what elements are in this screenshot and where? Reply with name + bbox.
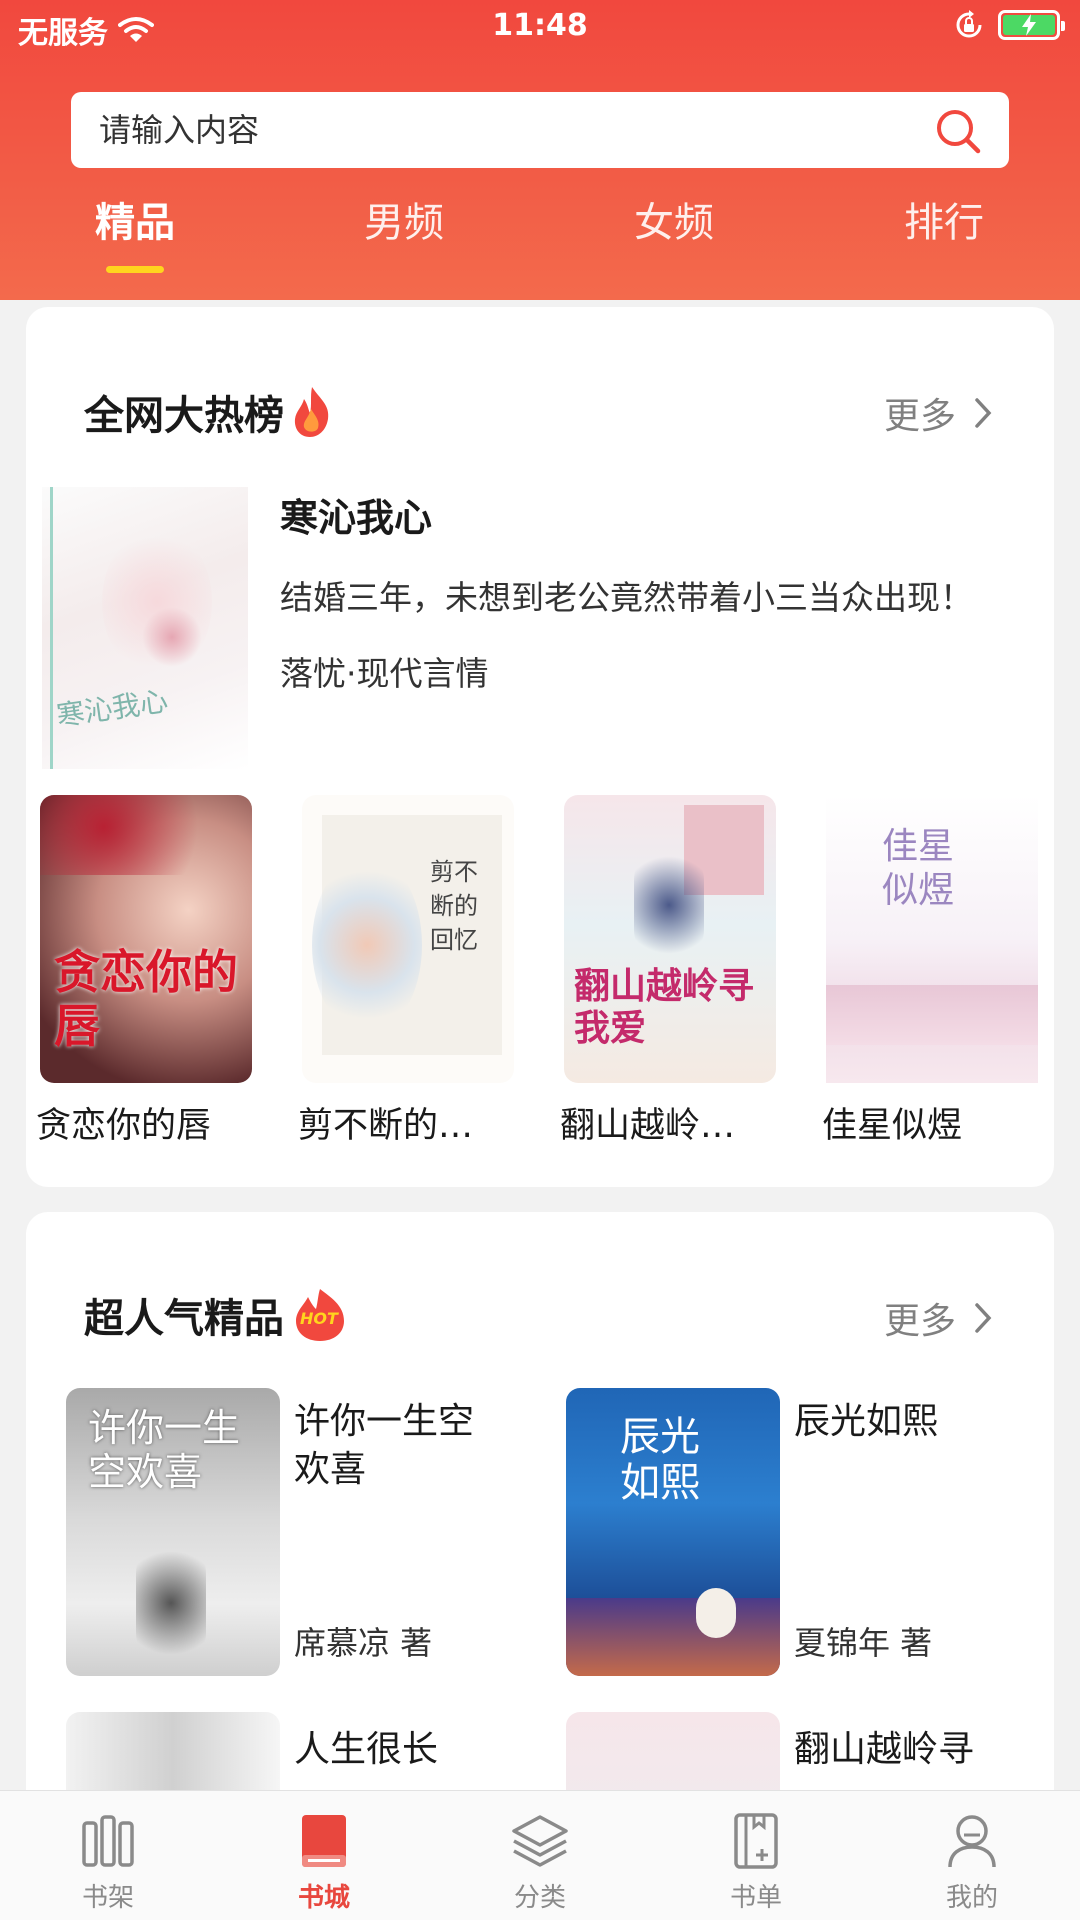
rotation-lock-icon [956, 10, 982, 38]
book-title[interactable]: 辰光如熙 [794, 1398, 994, 1446]
tab-ranking[interactable]: 排行 [854, 190, 1034, 248]
nav-label: 书城 [297, 1883, 350, 1913]
search-bar[interactable] [71, 92, 1009, 168]
hot-list-title: 全网大热榜 [84, 383, 334, 441]
book-cover-text: 辰光如熙 [620, 1414, 700, 1506]
profile-icon [948, 1815, 996, 1868]
tab-female[interactable]: 女频 [584, 190, 764, 248]
book-cover[interactable]: 许你一生空欢喜 [66, 1388, 280, 1676]
header: 无服务 11:48 请输入内容 精品 男频 女频 排行 [0, 0, 1080, 300]
nav-profile[interactable]: 我的 [864, 1791, 1080, 1920]
book-cover-text: 翻山越岭寻我爱 [574, 965, 755, 1049]
bottom-nav: 书架 书城 分类 书单 我的 [0, 1790, 1080, 1920]
status-bar: 无服务 11:48 [0, 0, 1080, 56]
featured-book-description: 结婚三年，未想到老公竟然带着小三当众出现！ [280, 578, 973, 617]
status-right [954, 10, 1065, 40]
book-title[interactable]: 贪恋你的唇 [36, 1097, 236, 1148]
book-cover[interactable]: 辰光如熙 [566, 1388, 780, 1676]
featured-cover-text: 寒沁我心 [54, 684, 170, 733]
hot-list-more-link[interactable]: 更多 [884, 387, 992, 439]
hot-badge-icon: HOT [290, 1287, 350, 1343]
book-cover-text: 剪不断的回忆 [430, 858, 478, 954]
nav-label: 书单 [729, 1883, 782, 1913]
fire-icon [294, 387, 329, 437]
battery-icon [998, 10, 1065, 40]
book-cover-text: 佳星似煜 [882, 826, 955, 911]
tab-male[interactable]: 男频 [314, 190, 494, 248]
nav-bookshelf[interactable]: 书架 [0, 1791, 216, 1920]
nav-category[interactable]: 分类 [432, 1791, 648, 1920]
book-cover[interactable]: 佳星似煜 [826, 795, 1038, 1083]
chevron-right-icon [975, 398, 992, 428]
status-time: 11:48 [492, 8, 588, 43]
bookstore-icon [302, 1815, 346, 1867]
book-author: 夏锦年 著 [794, 1624, 933, 1662]
book-cover-text: 贪恋你的唇 [54, 945, 238, 1053]
book-title[interactable]: 翻山越岭寻 [794, 1726, 1054, 1774]
book-cover[interactable]: 贪恋你的唇 [40, 795, 252, 1083]
search-input[interactable] [99, 92, 919, 168]
book-cover-text: 许你一生空欢喜 [88, 1406, 241, 1494]
tab-premium[interactable]: 精品 [45, 190, 225, 248]
booklist-icon [734, 1813, 778, 1869]
popular-more-link[interactable]: 更多 [884, 1292, 992, 1344]
search-icon[interactable] [933, 106, 983, 156]
featured-book-meta: 落忧·现代言情 [280, 654, 489, 693]
category-icon [512, 1815, 568, 1867]
nav-label: 书架 [81, 1883, 134, 1913]
nav-label: 我的 [945, 1883, 998, 1913]
book-title[interactable]: 剪不断的… [298, 1097, 498, 1148]
book-title[interactable]: 许你一生空欢喜 [294, 1398, 494, 1494]
nav-bookstore[interactable]: 书城 [216, 1791, 432, 1920]
featured-book-title[interactable]: 寒沁我心 [280, 487, 432, 542]
book-title[interactable]: 佳星似煜 [822, 1097, 1022, 1148]
featured-book-cover[interactable]: 寒沁我心 [42, 487, 248, 769]
nav-booklist[interactable]: 书单 [648, 1791, 864, 1920]
book-title[interactable]: 翻山越岭… [560, 1097, 760, 1148]
book-author: 席慕凉 著 [294, 1624, 433, 1662]
book-cover[interactable]: 剪不断的回忆 [302, 795, 514, 1083]
bookshelf-icon [82, 1815, 134, 1867]
chevron-right-icon [975, 1303, 992, 1333]
popular-title: 超人气精品 HOT [84, 1286, 350, 1344]
book-cover[interactable]: 翻山越岭寻我爱 [564, 795, 776, 1083]
hot-list-card: 全网大热榜 更多 寒沁我心 寒沁我心 结婚三年，未想到老公竟然带着小三当众出现！… [26, 307, 1054, 1187]
tab-indicator [106, 266, 164, 273]
book-title[interactable]: 人生很长 [294, 1726, 554, 1774]
nav-label: 分类 [513, 1883, 566, 1913]
